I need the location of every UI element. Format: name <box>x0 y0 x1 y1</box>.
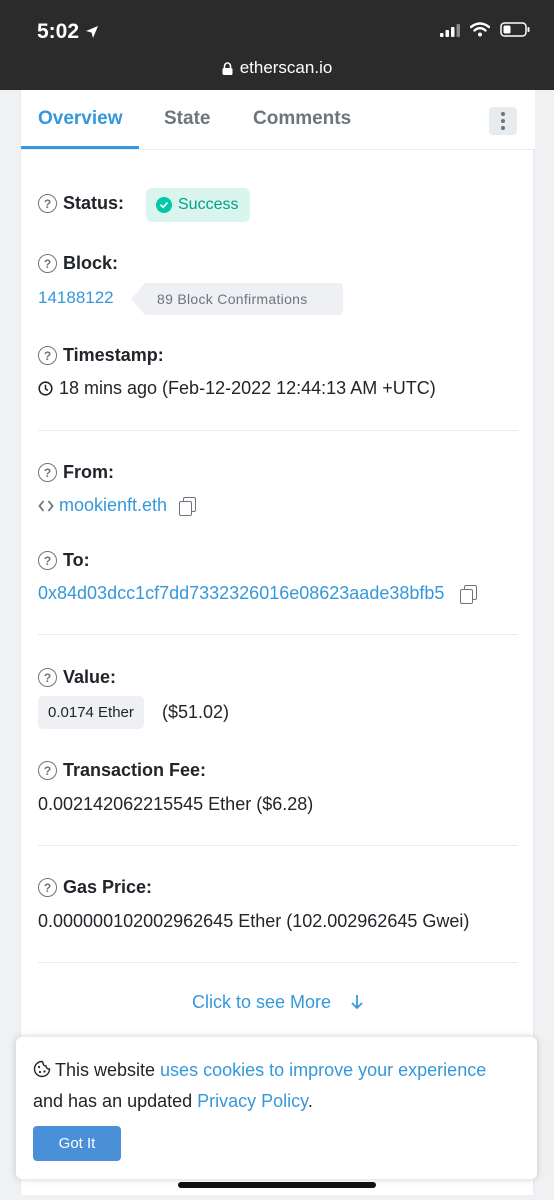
privacy-policy-link[interactable]: Privacy Policy <box>197 1091 308 1111</box>
status-time: 5:02 <box>37 20 99 44</box>
timestamp-value: 18 mins ago (Feb-12-2022 12:44:13 AM +UT… <box>38 378 436 399</box>
ether-value-badge: 0.0174 Ether <box>38 696 144 729</box>
tab-bar: Overview State Comments <box>21 90 535 150</box>
from-address-link[interactable]: mookienft.eth <box>59 495 167 516</box>
section-divider <box>38 634 518 635</box>
status-badge: Success <box>146 188 250 222</box>
help-icon[interactable]: ? <box>38 551 57 570</box>
cookie-icon <box>33 1060 51 1078</box>
transaction-fee-label: ? Transaction Fee: <box>38 760 206 781</box>
arrow-down-icon <box>351 995 363 1010</box>
help-icon[interactable]: ? <box>38 668 57 687</box>
home-indicator[interactable] <box>178 1182 376 1188</box>
usd-value: ($51.02) <box>162 702 230 722</box>
tab-state[interactable]: State <box>164 108 210 130</box>
battery-icon <box>500 22 530 37</box>
section-divider <box>38 962 518 963</box>
location-arrow-icon <box>86 26 99 38</box>
help-icon[interactable]: ? <box>38 346 57 365</box>
to-address-link[interactable]: 0x84d03dcc1cf7dd7332326016e08623aade38bf… <box>38 583 444 604</box>
gas-price-label: ? Gas Price: <box>38 877 152 898</box>
active-tab-indicator <box>21 146 139 149</box>
help-icon[interactable]: ? <box>38 878 57 897</box>
cookie-banner: This website uses cookies to improve you… <box>16 1037 537 1179</box>
wifi-icon <box>470 22 490 37</box>
block-number-link[interactable]: 14188122 <box>38 288 114 308</box>
section-divider <box>38 430 518 431</box>
cookie-message: This website uses cookies to improve you… <box>33 1060 487 1111</box>
code-brackets-icon <box>38 499 54 512</box>
help-icon[interactable]: ? <box>38 194 57 213</box>
see-more-link[interactable]: Click to see More <box>21 992 535 1013</box>
address-bar[interactable]: etherscan.io <box>0 58 554 78</box>
clock-time: 5:02 <box>37 20 80 43</box>
url-text[interactable]: etherscan.io <box>240 58 333 78</box>
more-options-button[interactable] <box>489 107 517 135</box>
lock-icon <box>222 61 233 75</box>
timestamp-label: ? Timestamp: <box>38 345 164 366</box>
tab-overview[interactable]: Overview <box>38 108 123 130</box>
status-label: ? Status: <box>38 193 124 214</box>
status-bar: 5:02 etherscan.io <box>0 0 554 90</box>
to-value: 0x84d03dcc1cf7dd7332326016e08623aade38bf… <box>38 583 478 604</box>
check-circle-icon <box>156 197 172 213</box>
status-icons <box>440 22 530 37</box>
help-icon[interactable]: ? <box>38 254 57 273</box>
copy-icon[interactable] <box>460 584 478 604</box>
clock-icon <box>38 381 53 396</box>
transaction-fee-value: 0.002142062215545 Ether ($6.28) <box>38 794 314 814</box>
section-divider <box>38 845 518 846</box>
got-it-button[interactable]: Got It <box>33 1126 121 1161</box>
gas-price-value: 0.000000102002962645 Ether (102.00296264… <box>38 911 470 931</box>
transaction-card: b0a6f07b169550c0e Overview State Comment… <box>20 90 535 1195</box>
help-icon[interactable]: ? <box>38 463 57 482</box>
block-label: ? Block: <box>38 253 118 274</box>
copy-icon[interactable] <box>179 496 197 516</box>
block-confirmations-badge: 89 Block Confirmations <box>131 283 343 315</box>
signal-icon <box>440 23 460 37</box>
to-label: ? To: <box>38 550 90 571</box>
cookie-policy-link[interactable]: uses cookies to improve your experience <box>160 1060 486 1080</box>
from-value: mookienft.eth <box>38 495 197 516</box>
tab-comments[interactable]: Comments <box>253 108 351 130</box>
value-label: ? Value: <box>38 667 116 688</box>
help-icon[interactable]: ? <box>38 761 57 780</box>
from-label: ? From: <box>38 462 114 483</box>
